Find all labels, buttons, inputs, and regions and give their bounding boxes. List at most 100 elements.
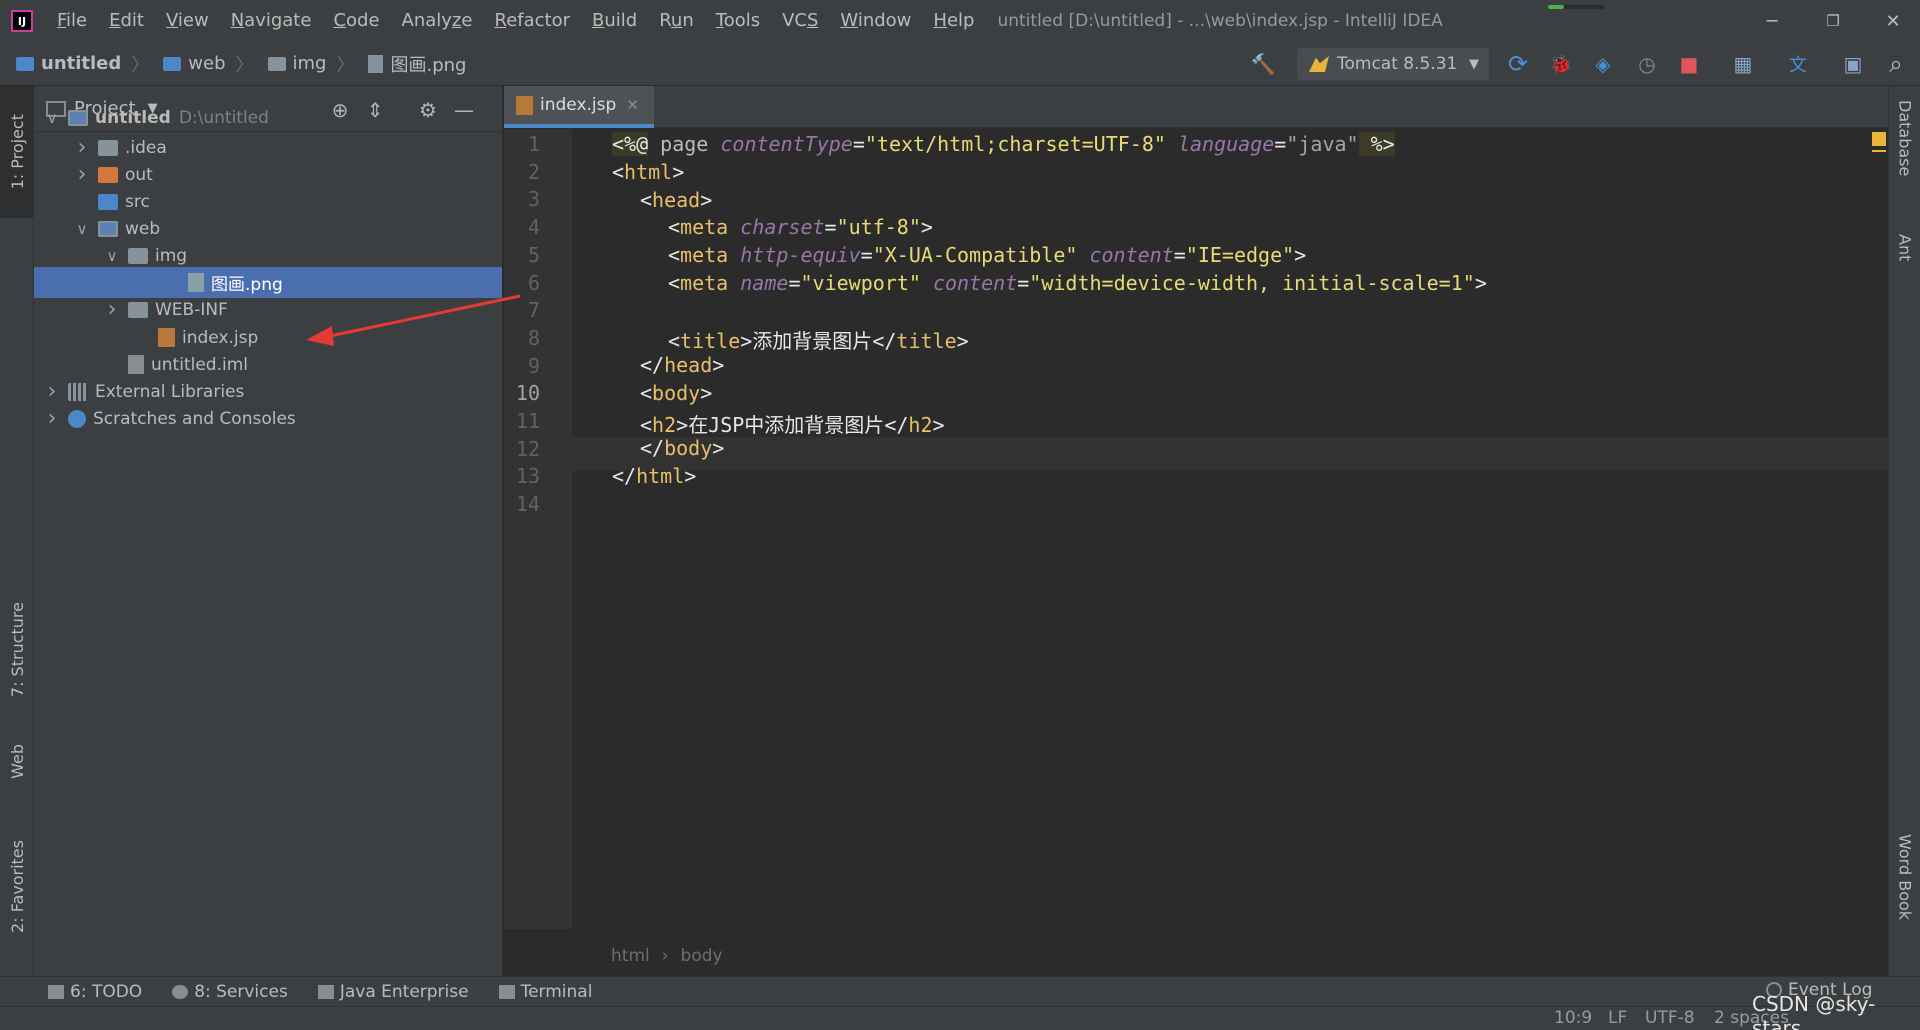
- java-enterprise-label: Java Enterprise: [339, 981, 469, 1002]
- stop-icon[interactable]: ■: [1676, 51, 1702, 77]
- line-number[interactable]: 12: [504, 437, 540, 461]
- error-stripe-mark[interactable]: [1872, 150, 1886, 152]
- terminal-window-icon[interactable]: ▣: [1840, 51, 1866, 77]
- rerun-icon[interactable]: ⟳: [1505, 50, 1531, 78]
- expanded-arrow-icon[interactable]: ∨: [44, 109, 60, 127]
- line-number[interactable]: 9: [504, 354, 540, 378]
- code-line-3: <head>: [640, 188, 713, 212]
- close-window-button[interactable]: ✕: [1866, 0, 1920, 42]
- folder-blue-icon: [98, 193, 118, 210]
- line-number[interactable]: 8: [504, 326, 540, 350]
- folder-icon: [267, 56, 286, 71]
- tree-item[interactable]: › WEB-INF: [34, 294, 502, 325]
- collapsed-arrow-icon[interactable]: ›: [44, 379, 60, 404]
- menu-item-navigate[interactable]: Navigate: [220, 0, 323, 42]
- run-with-coverage-icon[interactable]: ◈: [1590, 51, 1616, 77]
- translate-icon[interactable]: 文: [1785, 51, 1811, 77]
- line-separator[interactable]: LF: [1608, 1008, 1627, 1028]
- breadcrumb-separator: 〉: [131, 54, 150, 76]
- minimize-button[interactable]: ─: [1745, 0, 1799, 42]
- expanded-arrow-icon[interactable]: ∨: [104, 247, 120, 265]
- line-number[interactable]: 7: [504, 298, 540, 322]
- breadcrumb-label: untitled: [41, 53, 122, 74]
- tab-favorites[interactable]: 2: Favorites: [0, 826, 34, 946]
- jsp-file-icon: [516, 95, 533, 115]
- project-tool-window: Project ▼ ⊕ ⇕ ⚙ — ∨ untitled D:\untitled ›.…: [34, 86, 503, 976]
- menu-item-build[interactable]: Build: [581, 0, 648, 42]
- tree-item[interactable]: › Scratches and Consoles: [34, 403, 502, 434]
- collapsed-arrow-icon[interactable]: ›: [74, 135, 90, 160]
- collapsed-arrow-icon[interactable]: ›: [104, 297, 120, 322]
- expanded-arrow-icon[interactable]: ∨: [74, 220, 90, 238]
- breadcrumb-project[interactable]: untitled: [16, 53, 121, 74]
- project-structure-icon[interactable]: ▦: [1730, 51, 1756, 77]
- code-line-6: <meta name="viewport" content="width=dev…: [668, 271, 1487, 295]
- line-number[interactable]: 1: [504, 132, 540, 156]
- tree-item-label: .idea: [125, 137, 167, 158]
- menu-item-edit[interactable]: Edit: [98, 0, 155, 42]
- inspection-status-icon[interactable]: [1872, 132, 1886, 146]
- tab-project[interactable]: 1: Project: [0, 86, 34, 218]
- line-number[interactable]: 3: [504, 187, 540, 211]
- breadcrumb-file[interactable]: 图画.png: [368, 51, 466, 77]
- build-icon[interactable]: 🔨: [1250, 51, 1276, 77]
- terminal-tool-button[interactable]: Terminal: [498, 982, 592, 1002]
- search-icon[interactable]: ⌕: [1883, 50, 1909, 78]
- menu-item-view[interactable]: View: [155, 0, 220, 42]
- run-configuration-select[interactable]: Tomcat 8.5.31 ▼: [1297, 48, 1489, 80]
- menu-item-help[interactable]: Help: [922, 0, 985, 42]
- tab-structure[interactable]: 7: Structure: [0, 584, 34, 716]
- tab-index-jsp[interactable]: index.jsp ✕: [504, 86, 654, 128]
- tab-ant[interactable]: Ant: [1889, 234, 1920, 294]
- folder-icon: [128, 301, 148, 318]
- close-tab-icon[interactable]: ✕: [626, 96, 639, 114]
- progress-fill: [1548, 5, 1564, 9]
- line-number[interactable]: 14: [504, 492, 540, 516]
- tab-database[interactable]: Database: [1889, 100, 1920, 210]
- tab-word-book-label: Word Book: [1895, 834, 1915, 921]
- line-number[interactable]: 10: [504, 381, 540, 405]
- menu-item-file[interactable]: File: [46, 0, 98, 42]
- tree-item-label: web: [125, 218, 161, 239]
- menu-item-refactor[interactable]: Refactor: [483, 0, 581, 42]
- tomcat-icon: [1309, 56, 1329, 72]
- services-tool-button[interactable]: 8: Services: [172, 982, 288, 1002]
- line-number[interactable]: 4: [504, 215, 540, 239]
- profile-icon[interactable]: ◷: [1634, 51, 1660, 77]
- intellij-logo-icon[interactable]: IJ: [11, 10, 33, 32]
- line-number[interactable]: 11: [504, 409, 540, 433]
- restore-button[interactable]: ❐: [1806, 0, 1860, 42]
- caret-position[interactable]: 10:9: [1554, 1008, 1592, 1028]
- line-number-gutter: 1 2 3 4 5 6 7 8 9 10 11 12 13 14: [504, 129, 572, 929]
- line-number[interactable]: 6: [504, 271, 540, 295]
- debug-icon[interactable]: 🐞: [1548, 51, 1574, 77]
- tree-item-label: Scratches and Consoles: [93, 408, 296, 429]
- breadcrumb-html[interactable]: html: [611, 946, 650, 966]
- tab-word-book[interactable]: Word Book: [1889, 834, 1920, 944]
- right-tool-strip: Database Ant Word Book: [1888, 86, 1920, 976]
- tab-web[interactable]: Web: [0, 726, 34, 796]
- collapsed-arrow-icon[interactable]: ›: [74, 162, 90, 187]
- line-number[interactable]: 13: [504, 464, 540, 488]
- line-number[interactable]: 5: [504, 243, 540, 267]
- menu-item-window[interactable]: Window: [829, 0, 922, 42]
- collapsed-arrow-icon[interactable]: ›: [44, 406, 60, 431]
- main-menu: File Edit View Navigate Code Analyze Refactor B…: [46, 0, 985, 42]
- module-icon: [98, 220, 118, 237]
- breadcrumb-web[interactable]: web: [163, 53, 226, 74]
- tree-item-label: out: [125, 164, 153, 185]
- line-number[interactable]: 2: [504, 160, 540, 184]
- menu-item-vcs[interactable]: VCS: [771, 0, 829, 42]
- todo-tool-button[interactable]: 6: TODO: [48, 982, 142, 1002]
- menu-item-tools[interactable]: Tools: [705, 0, 771, 42]
- tree-item-label: img: [155, 245, 188, 266]
- file-encoding[interactable]: UTF-8: [1645, 1008, 1695, 1028]
- menu-item-run[interactable]: Run: [648, 0, 705, 42]
- tab-favorites-label: 2: Favorites: [7, 839, 27, 933]
- breadcrumb-img[interactable]: img: [267, 53, 326, 74]
- menu-item-analyze[interactable]: Analyze: [391, 0, 484, 42]
- tree-item[interactable]: ∨ untitled D:\untitled: [34, 102, 502, 133]
- java-enterprise-tool-button[interactable]: Java Enterprise: [317, 981, 469, 1002]
- breadcrumb-body[interactable]: body: [681, 946, 723, 966]
- menu-item-code[interactable]: Code: [322, 0, 390, 42]
